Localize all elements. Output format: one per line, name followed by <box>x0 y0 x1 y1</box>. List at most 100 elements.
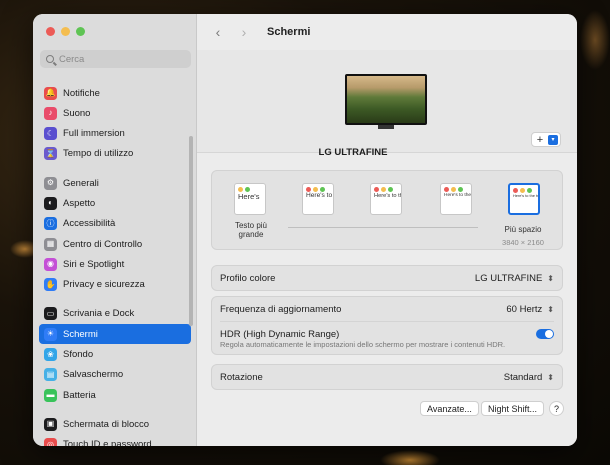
close-button[interactable] <box>46 27 55 36</box>
sidebar-item-screensaver[interactable]: ▤ Salvaschermo <box>39 365 191 385</box>
sidebar-item-label: Scrivania e Dock <box>63 308 135 320</box>
desktop-light <box>380 450 440 465</box>
search-field[interactable]: Cerca <box>40 50 191 68</box>
sidebar-separator <box>39 405 191 414</box>
sidebar-scrollbar[interactable] <box>189 136 193 326</box>
sidebar-item-appearance[interactable]: ◐ Aspetto <box>39 193 191 213</box>
resolution-track <box>288 227 478 228</box>
search-placeholder: Cerca <box>59 53 85 65</box>
monitor-stand <box>378 125 394 129</box>
sidebar-item-label: Suono <box>63 107 91 119</box>
updown-icon: ⬍ <box>547 372 554 382</box>
rotation-label: Rotazione <box>220 371 263 383</box>
larger-text-label: Testo più grande <box>234 221 268 239</box>
sidebar-item-moon[interactable]: ☾ Full immersion <box>39 124 191 144</box>
sidebar-item-gear[interactable]: ⚙ Generali <box>39 173 191 193</box>
battery-icon: ▬ <box>44 388 57 402</box>
sidebar: Cerca 🔔 Notifiche ♪ Suono ☾ Full immersion ⌛ Te… <box>33 14 197 446</box>
sidebar-item-label: Centro di Controllo <box>63 238 143 250</box>
rotation-panel: Rotazione Standard ⬍ <box>211 364 563 390</box>
resolution-preview-text: Here's to the troublemakers ones who see… <box>444 193 472 198</box>
sidebar-item-hand[interactable]: ✋ Privacy e sicurezza <box>39 275 191 295</box>
color-profile-row[interactable]: Profilo colore LG ULTRAFINE ⬍ <box>212 266 562 290</box>
sidebar-item-label: Full immersion <box>63 128 125 140</box>
more-space-label: Più spazio <box>504 225 542 234</box>
sidebar-item-battery[interactable]: ▬ Batteria <box>39 385 191 405</box>
resolution-preview-text: Here's to troublem <box>306 192 333 199</box>
zoom-button[interactable] <box>76 27 85 36</box>
resolution-option[interactable]: Here's to troublem <box>302 183 334 215</box>
sidebar-item-dock[interactable]: ▭ Scrivania e Dock <box>39 304 191 324</box>
hdr-label: HDR (High Dynamic Range) <box>220 328 340 340</box>
main-pane: ‹ › Schermi LG ULTRAFINE + ▾ Here's Here'… <box>197 14 577 446</box>
sidebar-item-label: Batteria <box>63 389 96 401</box>
resolution-option[interactable]: Here's to the troublemakers ones who see… <box>508 183 540 215</box>
sidebar-separator <box>39 164 191 173</box>
speaker-icon: ♪ <box>44 106 57 120</box>
dock-icon: ▭ <box>44 307 57 321</box>
monitor-name: LG ULTRAFINE <box>318 147 388 158</box>
gear-icon: ⚙ <box>44 176 57 190</box>
resolution-preview-text: Here's to the troublemakers ones who <box>374 193 401 199</box>
plus-icon: + <box>536 133 544 146</box>
resolution-preview-text: Here's <box>238 192 260 201</box>
resolution-preview-text: Here's to the troublemakers ones who see… <box>513 193 539 198</box>
rotation-value: Standard <box>503 371 543 383</box>
sidebar-item-label: Touch ID e password <box>63 439 152 446</box>
resolution-option[interactable]: Here's <box>234 183 266 215</box>
sidebar-item-label: Tempo di utilizzo <box>63 148 134 160</box>
display-arrangement: LG ULTRAFINE <box>197 50 577 158</box>
screensaver-icon: ▤ <box>44 368 57 382</box>
settings-window: Cerca 🔔 Notifiche ♪ Suono ☾ Full immersion ⌛ Te… <box>33 14 577 446</box>
sidebar-separator <box>39 295 191 304</box>
accessibility-icon: ⓘ <box>44 217 57 231</box>
sidebar-item-fingerprint[interactable]: ◎ Touch ID e password <box>39 435 191 446</box>
bell-icon: 🔔 <box>44 86 57 100</box>
sidebar-item-label: Schermi <box>63 328 98 340</box>
resolution-option[interactable]: Here's to the troublemakers ones who see… <box>440 183 472 215</box>
refresh-rate-label: Frequenza di aggiornamento <box>220 303 342 315</box>
updown-icon: ⬍ <box>547 273 554 283</box>
updown-icon: ⬍ <box>547 304 554 314</box>
sidebar-item-label: Generali <box>63 177 99 189</box>
search-icon <box>46 55 54 63</box>
sidebar-item-label: Salvaschermo <box>63 369 124 381</box>
sidebar-item-label: Schermata di blocco <box>63 418 150 430</box>
rotation-row[interactable]: Rotazione Standard ⬍ <box>212 365 562 389</box>
refresh-hdr-panel: Frequenza di aggiornamento 60 Hertz ⬍ HDR… <box>211 296 563 355</box>
hdr-description: Regola automaticamente le impostazioni d… <box>220 340 506 349</box>
hourglass-icon: ⌛ <box>44 147 57 161</box>
refresh-rate-row[interactable]: Frequenza di aggiornamento 60 Hertz ⬍ <box>212 297 562 321</box>
sidebar-item-bell[interactable]: 🔔 Notifiche <box>39 83 191 103</box>
color-profile-panel: Profilo colore LG ULTRAFINE ⬍ <box>211 265 563 291</box>
night-shift-button[interactable]: Night Shift... <box>481 401 545 416</box>
sidebar-item-label: Privacy e sicurezza <box>63 279 145 291</box>
sidebar-item-label: Accessibilità <box>63 218 116 230</box>
moon-icon: ☾ <box>44 127 57 141</box>
page-title: Schermi <box>267 26 311 38</box>
add-display-button[interactable]: + ▾ <box>531 132 561 147</box>
resolution-option[interactable]: Here's to the troublemakers ones who <box>370 183 402 215</box>
wallpaper-icon: ❀ <box>44 348 57 362</box>
control-center-icon: ▦ <box>44 237 57 251</box>
advanced-button[interactable]: Avanzate... <box>420 401 479 416</box>
hdr-toggle[interactable] <box>536 329 554 339</box>
minimize-button[interactable] <box>61 27 70 36</box>
hand-icon: ✋ <box>44 278 57 292</box>
forward-button[interactable]: › <box>237 24 251 40</box>
monitor-thumbnail[interactable] <box>345 74 427 125</box>
help-button[interactable]: ? <box>549 401 564 416</box>
color-profile-value: LG ULTRAFINE <box>474 272 543 284</box>
appearance-icon: ◐ <box>44 196 57 210</box>
back-button[interactable]: ‹ <box>211 24 225 40</box>
sidebar-item-wallpaper[interactable]: ❀ Sfondo <box>39 345 191 365</box>
sidebar-item-accessibility[interactable]: ⓘ Accessibilità <box>39 214 191 234</box>
sidebar-list: 🔔 Notifiche ♪ Suono ☾ Full immersion ⌛ Tempo di… <box>39 83 191 446</box>
color-profile-label: Profilo colore <box>220 272 276 284</box>
sidebar-item-speaker[interactable]: ♪ Suono <box>39 103 191 123</box>
sidebar-item-display[interactable]: ☀ Schermi <box>39 324 191 345</box>
sidebar-item-siri[interactable]: ◉ Siri e Spotlight <box>39 254 191 274</box>
desktop-light <box>580 10 610 70</box>
sidebar-item-control-center[interactable]: ▦ Centro di Controllo <box>39 234 191 254</box>
sidebar-item-lock-screen[interactable]: ▣ Schermata di blocco <box>39 414 191 434</box>
